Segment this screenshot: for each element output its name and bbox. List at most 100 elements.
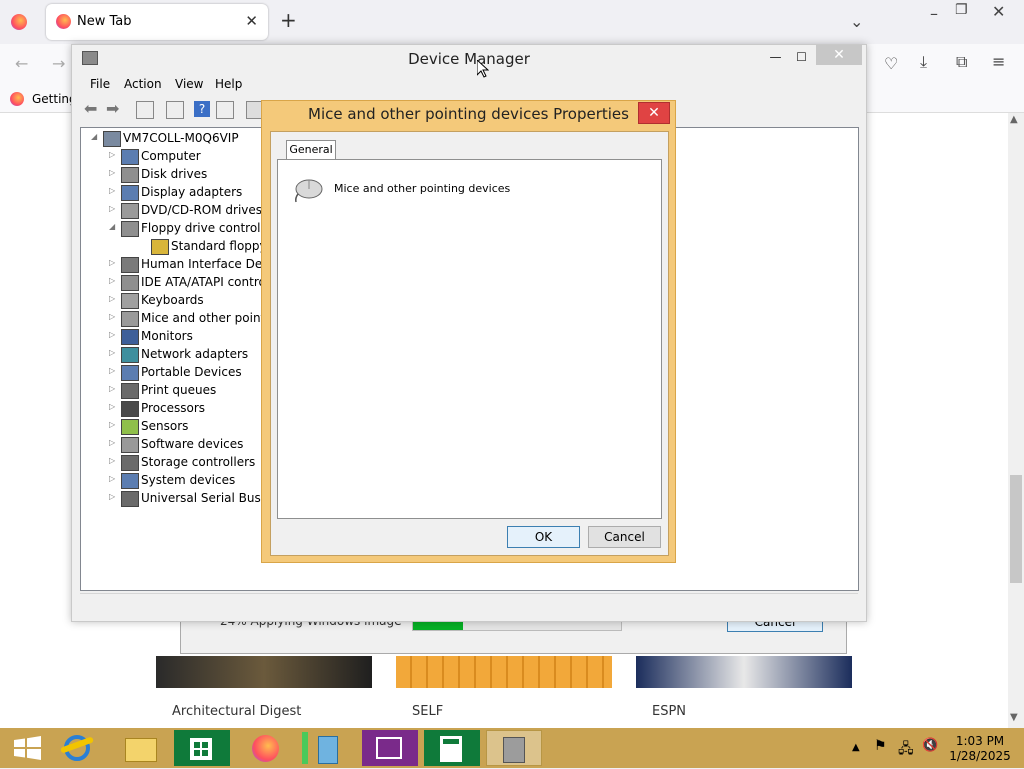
firefox-menu-icon[interactable] bbox=[11, 14, 27, 30]
tree-item-label: Computer bbox=[141, 149, 201, 163]
view-icon[interactable] bbox=[216, 101, 234, 119]
ok-button[interactable]: OK bbox=[507, 526, 580, 548]
help-icon[interactable]: ? bbox=[194, 101, 210, 117]
tree-item-label: Sensors bbox=[141, 419, 189, 433]
show-hidden-icons[interactable]: ▲ bbox=[852, 742, 860, 753]
computer-icon bbox=[103, 131, 121, 147]
back-icon[interactable]: ← bbox=[15, 54, 28, 73]
menu-action[interactable]: Action bbox=[124, 77, 162, 91]
back-arrow-icon[interactable]: ⬅ bbox=[84, 101, 100, 117]
taskbar: ▲ ⚑ 🖧 🔇 bbox=[0, 728, 1024, 768]
list-all-tabs-icon[interactable]: ⌄ bbox=[850, 12, 863, 31]
minimize-icon[interactable]: – bbox=[930, 4, 938, 23]
expand-icon[interactable]: ▷ bbox=[109, 456, 119, 465]
forward-icon[interactable]: → bbox=[52, 54, 65, 73]
app-menu-icon[interactable]: ≡ bbox=[992, 52, 1005, 71]
minimize-icon[interactable]: — bbox=[762, 47, 789, 67]
device-category-icon bbox=[121, 419, 139, 435]
clock[interactable]: 1:03 PM 1/28/2025 bbox=[940, 734, 1020, 764]
tablet-app-icon[interactable] bbox=[300, 730, 356, 766]
tree-item-label: Monitors bbox=[141, 329, 193, 343]
expand-icon[interactable]: ▷ bbox=[109, 258, 119, 267]
tree-item-label: IDE ATA/ATAPI contro bbox=[141, 275, 266, 289]
show-hide-console-tree-icon[interactable] bbox=[136, 101, 154, 119]
expand-icon[interactable]: ▷ bbox=[109, 312, 119, 321]
scroll-down-icon[interactable]: ▼ bbox=[1010, 712, 1018, 723]
bookmark-label: Getting bbox=[32, 92, 77, 106]
extensions-icon[interactable]: ⧉ bbox=[956, 52, 967, 72]
action-center-flag-icon[interactable]: ⚑ bbox=[874, 738, 887, 754]
page-scrollbar-thumb[interactable] bbox=[1010, 475, 1022, 583]
device-category-icon bbox=[121, 221, 139, 237]
firefox-tab-icon bbox=[56, 14, 71, 29]
expand-icon[interactable]: ▷ bbox=[109, 474, 119, 483]
device-manager-titlebar[interactable]: Device Manager — ☐ ✕ bbox=[72, 45, 866, 73]
close-icon[interactable]: ✕ bbox=[816, 45, 862, 65]
expand-icon[interactable]: ▷ bbox=[109, 420, 119, 429]
menu-view[interactable]: View bbox=[175, 77, 203, 91]
device-category-icon bbox=[121, 437, 139, 453]
tree-item-label: Software devices bbox=[141, 437, 244, 451]
tree-item-label: Disk drives bbox=[141, 167, 208, 181]
news-card-self[interactable]: SELF bbox=[396, 656, 612, 728]
expand-icon[interactable]: ▷ bbox=[109, 366, 119, 375]
expand-icon[interactable]: ▷ bbox=[109, 294, 119, 303]
tab-general[interactable]: General bbox=[286, 140, 336, 159]
scroll-up-icon[interactable]: ▲ bbox=[1010, 114, 1018, 125]
properties-dialog: Mice and other pointing devices Properti… bbox=[261, 100, 676, 563]
cancel-button[interactable]: Cancel bbox=[588, 526, 661, 548]
close-window-icon[interactable]: ✕ bbox=[992, 2, 1005, 21]
downloads-icon[interactable]: ⤓ bbox=[920, 52, 927, 72]
onenote-icon[interactable] bbox=[362, 730, 418, 766]
expand-icon[interactable]: ▷ bbox=[109, 438, 119, 447]
properties-icon[interactable] bbox=[166, 101, 184, 119]
start-button[interactable] bbox=[0, 730, 56, 766]
calculator-icon[interactable] bbox=[424, 730, 480, 766]
device-category-icon bbox=[151, 239, 169, 255]
restore-icon[interactable]: ❐ bbox=[955, 2, 968, 18]
news-card-espn[interactable]: ESPN bbox=[636, 656, 852, 728]
expand-icon[interactable]: ▷ bbox=[109, 276, 119, 285]
menu-file[interactable]: File bbox=[90, 77, 110, 91]
tree-item-label: Network adapters bbox=[141, 347, 249, 361]
device-category-icon bbox=[121, 401, 139, 417]
expand-icon[interactable]: ▷ bbox=[109, 402, 119, 411]
tab-title: New Tab bbox=[77, 14, 132, 29]
expand-icon[interactable]: ▷ bbox=[109, 150, 119, 159]
firefox-taskbar-icon[interactable] bbox=[238, 730, 294, 766]
collapse-icon[interactable]: ◢ bbox=[109, 222, 119, 231]
device-category-icon bbox=[121, 491, 139, 507]
maximize-icon[interactable]: ☐ bbox=[788, 47, 815, 67]
status-bar bbox=[80, 593, 858, 614]
device-category-icon bbox=[121, 149, 139, 165]
expand-icon[interactable]: ▷ bbox=[109, 204, 119, 213]
device-manager-taskbar-icon[interactable] bbox=[486, 730, 542, 766]
expand-icon[interactable]: ▷ bbox=[109, 492, 119, 501]
device-category-icon bbox=[121, 203, 139, 219]
collapse-icon[interactable]: ◢ bbox=[91, 132, 101, 141]
device-category-icon bbox=[121, 257, 139, 273]
expand-icon[interactable]: ▷ bbox=[109, 384, 119, 393]
volume-muted-icon[interactable]: 🔇 bbox=[922, 738, 938, 753]
card-label: Architectural Digest bbox=[172, 704, 302, 719]
tab-close-icon[interactable]: ✕ bbox=[245, 12, 258, 30]
expand-icon[interactable]: ▷ bbox=[109, 168, 119, 177]
expand-icon[interactable]: ▷ bbox=[109, 186, 119, 195]
properties-dialog-title[interactable]: Mice and other pointing devices Properti… bbox=[262, 105, 675, 123]
expand-icon[interactable]: ▷ bbox=[109, 330, 119, 339]
news-card-architectural-digest[interactable]: Architectural Digest bbox=[156, 656, 372, 728]
tab-new-tab[interactable]: New Tab ✕ bbox=[46, 4, 268, 40]
network-icon[interactable]: 🖧 bbox=[898, 738, 914, 762]
clock-date: 1/28/2025 bbox=[949, 749, 1011, 763]
pocket-icon[interactable]: ♡ bbox=[884, 54, 898, 73]
new-tab-button[interactable]: + bbox=[280, 8, 297, 32]
file-explorer-icon[interactable] bbox=[112, 730, 168, 766]
menu-help[interactable]: Help bbox=[215, 77, 242, 91]
page-scrollbar[interactable] bbox=[1008, 113, 1024, 728]
mouse-icon bbox=[292, 176, 323, 203]
expand-icon[interactable]: ▷ bbox=[109, 348, 119, 357]
forward-arrow-icon[interactable]: ➡ bbox=[106, 101, 122, 117]
store-icon[interactable] bbox=[174, 730, 230, 766]
close-icon[interactable]: ✕ bbox=[638, 102, 670, 124]
internet-explorer-icon[interactable] bbox=[50, 730, 106, 766]
